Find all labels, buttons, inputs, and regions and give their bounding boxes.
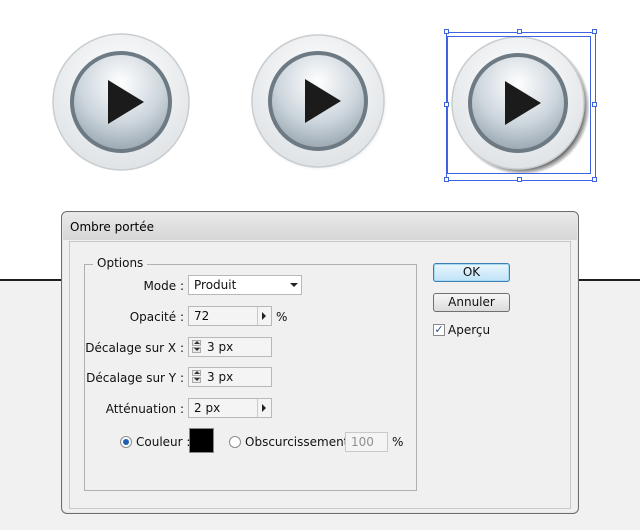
offset-y-stepper[interactable] [192,370,201,384]
plain-play-button[interactable] [52,33,192,173]
offset-y-label: Décalage sur Y : [86,371,184,385]
opacity-value: 72 [194,309,210,323]
mode-value: Produit [194,278,237,292]
cancel-button[interactable]: Annuler [433,293,510,312]
offset-x-label: Décalage sur X : [85,341,184,355]
dialog-titlebar[interactable]: Ombre portée [63,213,577,240]
resize-handle-top-left[interactable] [444,29,449,34]
darkness-radio[interactable] [229,436,241,448]
blur-label: Atténuation : [105,402,184,416]
resize-handle-left[interactable] [444,102,449,107]
opacity-unit: % [276,310,288,324]
preview-checkbox[interactable]: ✓ [433,324,445,336]
chevron-down-icon[interactable] [290,283,298,287]
mode-label: Mode : [143,279,184,293]
offset-y-value: 3 px [207,370,234,384]
mode-dropdown[interactable]: Produit [188,275,302,295]
offset-x-field[interactable]: 3 px [188,337,272,357]
darkness-label: Obscurcissement : [245,435,357,449]
resize-handle-right[interactable] [592,102,597,107]
shadow-play-button-selected[interactable] [449,34,589,174]
ok-button[interactable]: OK [433,263,510,282]
resize-handle-bottom-left[interactable] [444,177,449,182]
glow-play-button[interactable] [249,32,389,172]
offset-x-value: 3 px [207,340,234,354]
preview-label: Aperçu [448,323,491,337]
resize-handle-top-right[interactable] [592,29,597,34]
options-group-title: Options [93,256,148,270]
resize-handle-bottom-right[interactable] [592,177,597,182]
offset-x-stepper[interactable] [192,340,201,354]
opacity-field[interactable]: 72 [188,306,272,326]
blur-field[interactable]: 2 px [188,398,272,418]
shadow-color-swatch[interactable] [189,428,214,453]
darkness-unit: % [392,435,404,449]
resize-handle-bottom[interactable] [517,177,522,182]
opacity-slider-arrow-icon[interactable] [257,307,271,325]
color-label: Couleur : [136,435,191,449]
resize-handle-top[interactable] [517,29,522,34]
blur-value: 2 px [194,401,221,415]
darkness-field[interactable]: 100 [345,432,388,452]
color-radio[interactable] [120,436,132,448]
opacity-label: Opacité : [129,310,184,324]
offset-y-field[interactable]: 3 px [188,367,272,387]
drop-shadow-dialog: Ombre portée Options Mode : Produit Opac… [61,211,579,514]
dialog-title: Ombre portée [70,220,154,234]
darkness-value: 100 [351,435,374,449]
checkmark-icon: ✓ [434,323,444,336]
blur-slider-arrow-icon[interactable] [257,399,271,417]
